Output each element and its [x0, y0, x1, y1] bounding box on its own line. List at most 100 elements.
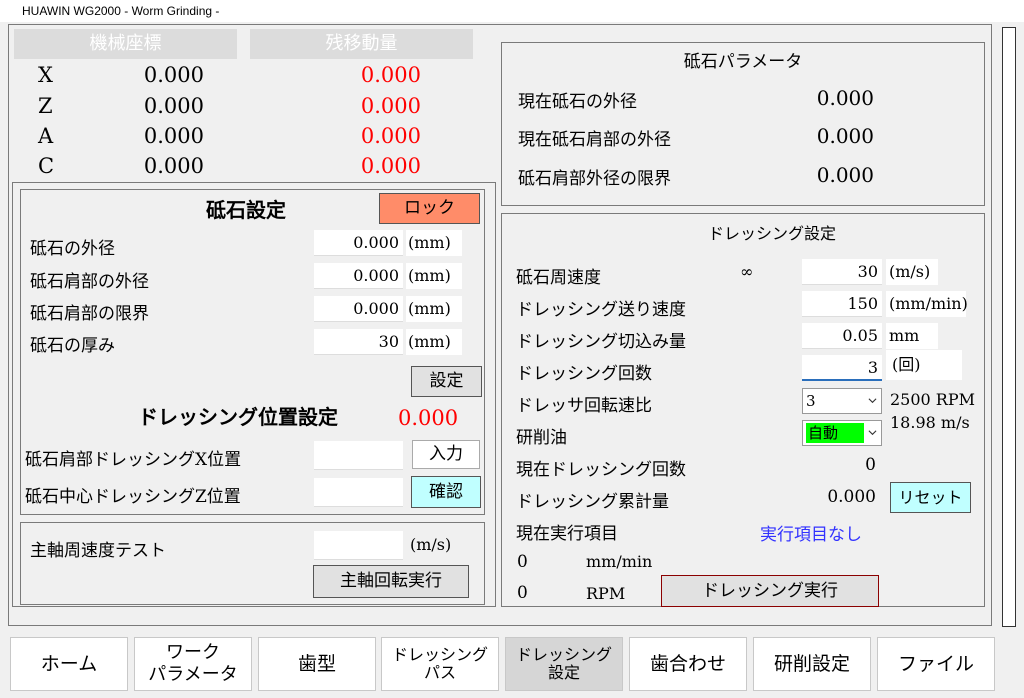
current-shoulder-diameter-value: 0.000	[816, 124, 874, 148]
shoulder-diameter-limit-label: 砥石肩部外径の限界	[518, 169, 671, 189]
wheel-thickness-label: 砥石の厚み	[30, 336, 115, 356]
center-dressing-z-label: 砥石中心ドレッシングZ位置	[25, 487, 241, 507]
dresser-speed-ratio-label: ドレッサ回転速比	[516, 396, 652, 416]
dressing-cut-depth-unit: mm	[886, 323, 938, 349]
wheel-thickness-input[interactable]: 30	[314, 329, 403, 355]
dresser-rpm-readout: 2500 RPM	[890, 390, 975, 409]
nav-tooth-profile[interactable]: 歯型	[258, 637, 376, 691]
nav-dressing-path[interactable]: ドレッシング パス	[381, 637, 499, 691]
axis-label-c: C	[38, 154, 55, 178]
spindle-speed-test-input[interactable]	[314, 531, 403, 560]
nav-file-label: ファイル	[897, 653, 974, 675]
nav-dressing-settings[interactable]: ドレッシング 設定	[505, 637, 623, 691]
wheel-surface-speed-label: 砥石周速度	[516, 268, 601, 288]
axis-label-x: X	[38, 63, 53, 87]
nav-home[interactable]: ホーム	[10, 637, 128, 691]
current-dressing-count-value: 0	[865, 455, 876, 475]
current-wheel-diameter-label: 現在砥石の外径	[518, 92, 637, 112]
center-dressing-z-input[interactable]	[314, 478, 403, 507]
grinding-oil-label: 研削油	[516, 428, 567, 448]
wheel-shoulder-diameter-label: 砥石肩部の外径	[30, 272, 149, 292]
wheel-outer-diameter-unit: (mm)	[406, 230, 462, 256]
wheel-shoulder-limit-input[interactable]: 0.000	[314, 296, 403, 322]
chevron-down-icon	[868, 398, 877, 404]
lock-button[interactable]: ロック	[379, 193, 480, 224]
rpm-readout-value: 0	[517, 583, 528, 603]
dressing-cumulative-label: ドレッシング累計量	[516, 492, 669, 512]
dresser-ms-readout: 18.98 m/s	[890, 413, 970, 432]
spindle-speed-test-label: 主軸周速度テスト	[30, 541, 166, 561]
dressing-position-title: ドレッシング位置設定	[138, 405, 338, 429]
dressing-settings-title: ドレッシング設定	[707, 224, 836, 243]
dressing-feed-speed-input[interactable]: 150	[802, 291, 882, 317]
dresser-speed-ratio-select[interactable]: 3	[802, 388, 882, 414]
nav-work-parameters-line1: ワーク	[166, 642, 220, 663]
shoulder-dressing-x-input[interactable]	[314, 441, 403, 470]
spindle-speed-test-unit: (m/s)	[410, 535, 452, 554]
nav-dressing-settings-line1: ドレッシング	[515, 645, 612, 664]
dresser-speed-ratio-value: 3	[806, 392, 816, 410]
wheel-surface-speed-unit: (m/s)	[886, 259, 938, 285]
machine-coord-header: 機械座標	[14, 29, 237, 59]
wheel-parameters-title: 砥石パラメータ	[683, 52, 803, 72]
dressing-feed-speed-label: ドレッシング送り速度	[516, 300, 686, 320]
nav-file[interactable]: ファイル	[877, 637, 995, 691]
shoulder-dressing-x-label: 砥石肩部ドレッシングX位置	[25, 450, 242, 470]
wheel-outer-diameter-input[interactable]: 0.000	[314, 230, 403, 256]
grinding-oil-value: 自動	[806, 423, 864, 443]
feed-speed-readout-value: 0	[517, 552, 528, 572]
wheel-shoulder-diameter-input[interactable]: 0.000	[314, 263, 403, 289]
current-wheel-diameter-value: 0.000	[816, 86, 874, 110]
remaining-value-c: 0.000	[360, 154, 421, 178]
nav-home-label: ホーム	[40, 653, 98, 675]
remaining-move-header: 残移動量	[250, 29, 473, 59]
spindle-run-button[interactable]: 主軸回転実行	[313, 565, 469, 598]
nav-tooth-alignment[interactable]: 歯合わせ	[629, 637, 747, 691]
confirm-button[interactable]: 確認	[411, 476, 481, 508]
machine-value-z: 0.000	[143, 94, 204, 118]
reset-button[interactable]: リセット	[890, 482, 971, 513]
shoulder-diameter-limit-value: 0.000	[816, 163, 874, 187]
nav-dressing-settings-line2: 設定	[547, 663, 580, 682]
nav-work-parameters-line2: パラメータ	[148, 664, 238, 685]
nav-dressing-path-line1: ドレッシング	[391, 645, 488, 664]
nav-tooth-profile-label: 歯型	[297, 653, 336, 675]
wheel-outer-diameter-label: 砥石の外径	[30, 239, 115, 259]
rpm-readout-unit: RPM	[586, 584, 626, 603]
dressing-cut-depth-label: ドレッシング切込み量	[516, 332, 686, 352]
input-button[interactable]: 入力	[412, 440, 480, 469]
set-button[interactable]: 設定	[411, 366, 482, 397]
nav-grinding-settings[interactable]: 研削設定	[753, 637, 871, 691]
dressing-feed-speed-unit: (mm/min)	[886, 291, 968, 317]
wheel-surface-speed-input[interactable]: 30	[802, 259, 882, 285]
nav-grinding-settings-label: 研削設定	[773, 653, 850, 675]
wheel-shoulder-limit-label: 砥石肩部の限界	[30, 304, 149, 324]
wheel-shoulder-diameter-unit: (mm)	[406, 263, 462, 289]
wheel-settings-title: 砥石設定	[206, 198, 286, 222]
dressing-cut-depth-input[interactable]: 0.05	[802, 323, 882, 349]
grinding-oil-select[interactable]: 自動	[802, 420, 882, 446]
dressing-position-value: 0.000	[398, 406, 459, 430]
chevron-down-icon	[868, 430, 877, 436]
current-execution-item-value: 実行項目なし	[760, 525, 862, 545]
nav-tooth-alignment-label: 歯合わせ	[649, 653, 726, 675]
dressing-count-input[interactable]: 3	[802, 355, 882, 381]
feed-speed-readout-unit: mm/min	[586, 552, 653, 571]
dressing-count-label: ドレッシング回数	[516, 364, 652, 384]
machine-value-a: 0.000	[143, 124, 204, 148]
current-dressing-count-label: 現在ドレッシング回数	[516, 460, 686, 480]
vertical-scrollbar[interactable]	[1002, 27, 1016, 627]
wheel-shoulder-limit-unit: (mm)	[406, 296, 462, 322]
remaining-value-x: 0.000	[360, 63, 421, 87]
title-bar: HUAWIN WG2000 - Worm Grinding -	[0, 0, 1024, 22]
window-title: HUAWIN WG2000 - Worm Grinding -	[22, 4, 220, 18]
remaining-value-a: 0.000	[360, 124, 421, 148]
nav-dressing-path-line2: パス	[423, 663, 456, 682]
dressing-run-button[interactable]: ドレッシング実行	[661, 575, 879, 607]
remaining-value-z: 0.000	[360, 94, 421, 118]
dressing-count-unit: (回)	[886, 350, 962, 380]
nav-work-parameters[interactable]: ワーク パラメータ	[134, 637, 252, 691]
machine-value-x: 0.000	[143, 63, 204, 87]
machine-value-c: 0.000	[143, 154, 204, 178]
axis-label-z: Z	[38, 94, 53, 118]
